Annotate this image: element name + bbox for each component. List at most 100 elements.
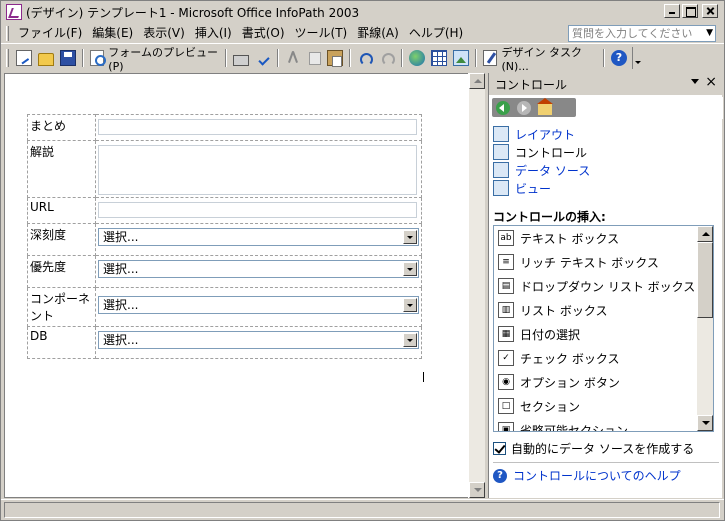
design-tasks-label: デザイン タスク(N)...	[501, 45, 582, 73]
menu-format[interactable]: 書式(O)	[237, 24, 290, 42]
form-field-cell	[95, 197, 422, 224]
copy-button[interactable]	[304, 47, 324, 69]
chevron-down-icon[interactable]	[403, 333, 417, 347]
task-pane-navbar	[492, 97, 576, 117]
back-arrow-icon[interactable]	[496, 100, 510, 115]
help-icon: ?	[610, 50, 627, 66]
menu-view[interactable]: 表示(V)	[138, 24, 190, 42]
dropdown-list-box[interactable]: 選択...	[98, 331, 419, 349]
control-item[interactable]: ≡ リッチ テキスト ボックス	[494, 250, 713, 274]
canvas-vertical-scrollbar[interactable]	[468, 73, 485, 498]
list-scroll-down-arrow-icon[interactable]	[697, 415, 713, 431]
dropdown-list-box[interactable]: 選択...	[98, 260, 419, 278]
menu-table[interactable]: 罫線(A)	[352, 24, 404, 42]
ask-question-placeholder: 質問を入力してください	[572, 27, 693, 40]
control-item-label: 日付の選択	[520, 327, 581, 342]
toolbar-grip[interactable]	[6, 49, 9, 67]
open-button[interactable]	[35, 47, 57, 69]
infopath-app-icon[interactable]	[6, 4, 22, 20]
save-button[interactable]	[57, 47, 79, 69]
text-box-field[interactable]	[98, 119, 417, 135]
control-item[interactable]: □ セクション	[494, 394, 713, 418]
form-field-label: 優先度	[27, 255, 96, 288]
control-item[interactable]: ▤ ドロップダウン リスト ボックス	[494, 274, 713, 298]
design-tasks-button[interactable]: デザイン タスク(N)...	[480, 46, 600, 73]
dropdown-list-box[interactable]: 選択...	[98, 296, 419, 314]
home-icon[interactable]	[537, 97, 553, 115]
status-field	[4, 502, 720, 518]
spelling-button[interactable]	[252, 47, 274, 69]
control-item[interactable]: ▣ 省略可能セクション	[494, 418, 713, 431]
cut-button[interactable]	[282, 47, 304, 69]
preview-form-label: フォームのプレビュー(P)	[108, 45, 218, 73]
form-design-canvas[interactable]: まとめ 解説 URL 深刻度 選択... 優先度 選択... コンポーネント 選択... DB 選択…	[4, 73, 470, 498]
control-item[interactable]: ◉ オプション ボタン	[494, 370, 713, 394]
task-pane-menu-chevron-icon[interactable]	[691, 79, 699, 84]
checkbox-checked-icon[interactable]	[493, 442, 506, 455]
dropdown-list-box[interactable]: 選択...	[98, 228, 419, 246]
controls-list-scrollbar[interactable]	[697, 226, 713, 431]
menu-help[interactable]: ヘルプ(H)	[404, 24, 468, 42]
undo-button[interactable]	[354, 47, 376, 69]
text-box-field[interactable]	[98, 202, 417, 218]
chevron-down-icon[interactable]	[403, 230, 417, 244]
task-pane-close-icon[interactable]: ×	[705, 74, 717, 90]
textarea-field[interactable]	[98, 145, 417, 195]
dropdown-selected-value: 選択...	[103, 298, 139, 312]
control-item[interactable]: ▦ 日付の選択	[494, 322, 713, 346]
new-button[interactable]	[13, 47, 35, 69]
datepicker-icon: ▦	[498, 326, 514, 342]
control-item[interactable]: ✓ チェック ボックス	[494, 346, 713, 370]
chevron-down-icon[interactable]	[403, 298, 417, 312]
insert-controls-list[interactable]: ab テキスト ボックス ≡ リッチ テキスト ボックス ▤ ドロップダウン リスト ボッ…	[493, 225, 714, 432]
title-bar: (デザイン) テンプレート1 - Microsoft Office InfoPa…	[1, 1, 724, 23]
menu-tools[interactable]: ツール(T)	[290, 24, 353, 42]
chevron-down-icon[interactable]: ▼	[706, 26, 713, 41]
auto-create-datasource-checkbox[interactable]: 自動的にデータ ソースを作成する	[493, 440, 694, 457]
task-pane-nav	[489, 97, 723, 119]
control-item[interactable]: ▥ リスト ボックス	[494, 298, 713, 322]
menu-file[interactable]: ファイル(F)	[13, 24, 87, 42]
scroll-down-arrow-icon[interactable]	[469, 482, 485, 498]
dropdown-selected-value: 選択...	[103, 230, 139, 244]
list-scroll-thumb[interactable]	[697, 242, 713, 318]
control-item[interactable]: ab テキスト ボックス	[494, 226, 713, 250]
maximize-button[interactable]	[682, 4, 698, 18]
ask-question-input[interactable]: 質問を入力してください ▼	[568, 25, 716, 42]
redo-button[interactable]	[376, 47, 398, 69]
task-link-0[interactable]: レイアウト	[493, 125, 590, 143]
forward-arrow-icon[interactable]	[517, 100, 531, 115]
list-scroll-up-arrow-icon[interactable]	[697, 226, 713, 242]
scroll-up-arrow-icon[interactable]	[469, 73, 485, 89]
controls-task-pane: コントロール × レイアウト コントロール データ ソース ビュー コントロールの挿入…	[488, 73, 723, 498]
preview-form-button[interactable]: フォームのプレビュー(P)	[87, 46, 222, 73]
menubar-grip[interactable]	[6, 25, 9, 41]
chevron-down-icon[interactable]	[403, 262, 417, 276]
insert-picture-button[interactable]	[450, 47, 472, 69]
task-link-1[interactable]: コントロール	[493, 143, 590, 161]
minimize-button[interactable]	[664, 4, 680, 18]
form-row: まとめ	[27, 114, 422, 141]
toolbar-separator	[349, 49, 352, 67]
form-field-cell	[95, 140, 422, 198]
help-button[interactable]: ?	[608, 47, 630, 69]
menu-insert[interactable]: 挿入(I)	[190, 24, 237, 42]
table-icon	[431, 50, 448, 66]
controls-help-link[interactable]: ? コントロールについてのヘルプ	[493, 467, 681, 484]
menu-edit[interactable]: 編集(E)	[87, 24, 138, 42]
toolbar-options-chevron[interactable]	[631, 47, 641, 69]
task-link-2[interactable]: データ ソース	[493, 161, 590, 179]
layout-table[interactable]: まとめ 解説 URL 深刻度 選択... 優先度 選択... コンポーネント 選択... DB 選択…	[27, 114, 422, 359]
print-button[interactable]	[230, 47, 252, 69]
task-link-3[interactable]: ビュー	[493, 179, 590, 197]
hyperlink-button[interactable]	[406, 47, 428, 69]
insert-table-button[interactable]	[428, 47, 450, 69]
listbox-icon: ▥	[498, 302, 514, 318]
close-button[interactable]	[702, 4, 718, 18]
design-task-links: レイアウト コントロール データ ソース ビュー	[493, 125, 590, 197]
new-form-icon	[15, 50, 32, 66]
insert-controls-heading: コントロールの挿入:	[493, 210, 606, 224]
layout-icon	[493, 126, 509, 142]
paste-button[interactable]	[324, 47, 346, 69]
form-field-cell: 選択...	[95, 287, 422, 327]
